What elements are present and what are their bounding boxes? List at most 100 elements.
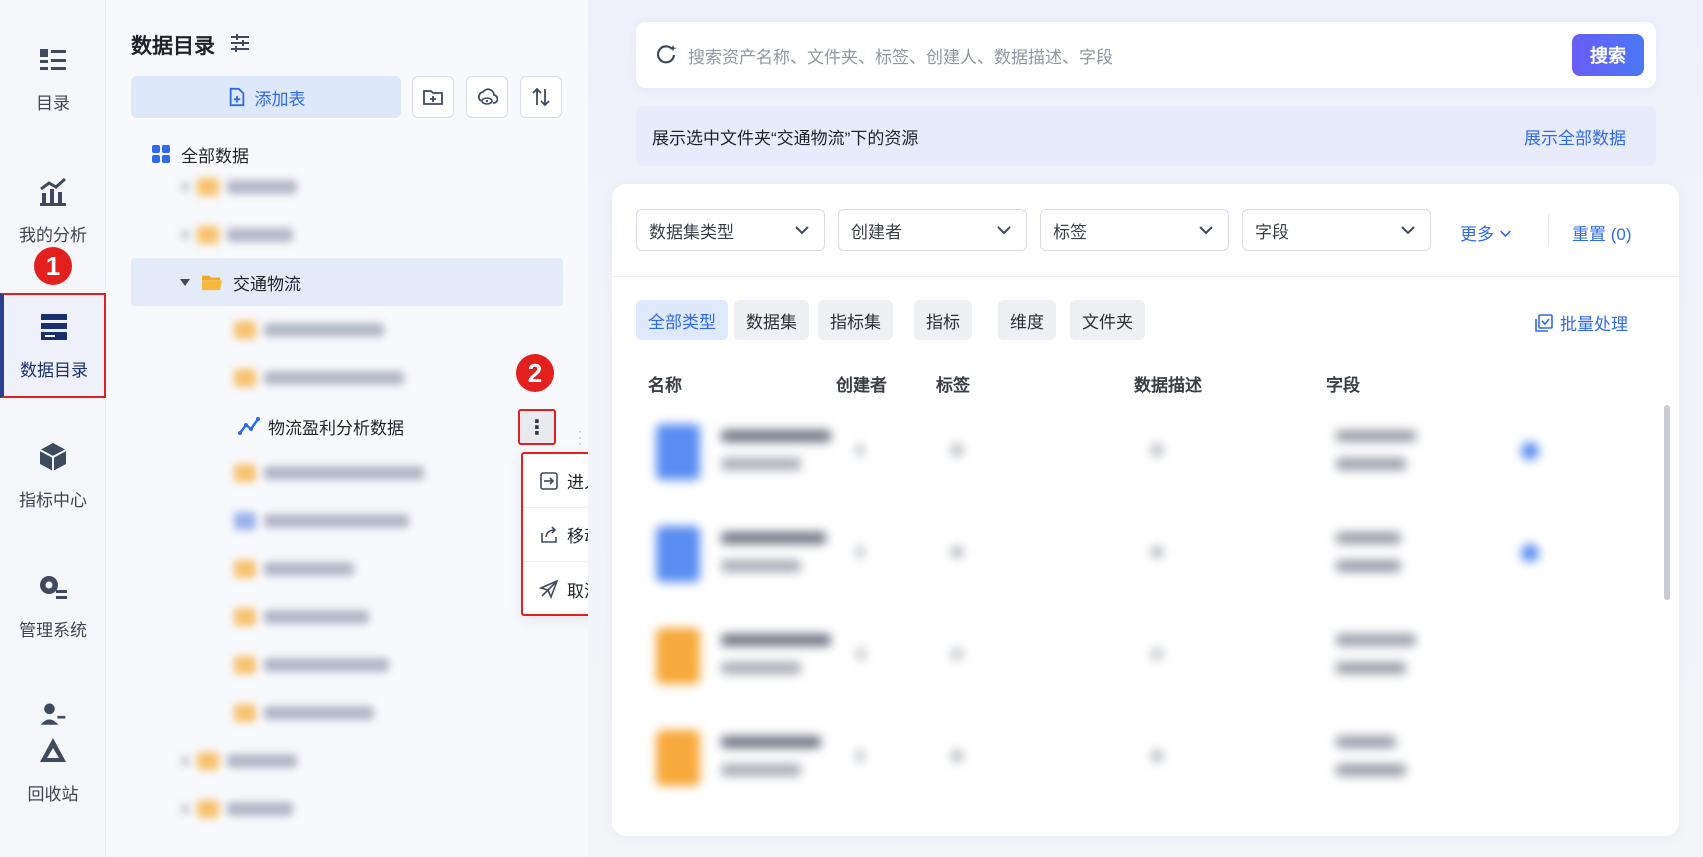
tree-item-blurred[interactable]: [234, 702, 374, 724]
data-catalog-icon: [41, 314, 67, 340]
catalog-panel: 数据目录 添加表 全部数据 交通物流 物流盈利分析数据: [106, 0, 588, 857]
tree-item-blurred[interactable]: [234, 510, 409, 532]
cloud-eye-icon: [478, 88, 498, 105]
table-row[interactable]: [636, 410, 1656, 496]
tree-item-blurred[interactable]: [234, 319, 384, 341]
tree-folder-blurred[interactable]: [181, 798, 293, 820]
nav-item-catalog[interactable]: 目录: [0, 23, 106, 133]
new-folder-button[interactable]: [412, 76, 454, 118]
show-all-link[interactable]: 展示全部数据: [1524, 124, 1626, 149]
view-toggle-button[interactable]: [466, 76, 508, 118]
table-row[interactable]: [636, 614, 1656, 700]
more-actions-button[interactable]: ⋮: [518, 409, 556, 445]
tree-item-blurred[interactable]: [234, 654, 389, 676]
add-table-label: 添加表: [254, 89, 306, 109]
nav-label: 指标中心: [19, 490, 87, 510]
tree-dataset-item[interactable]: 物流盈利分析数据: [131, 406, 563, 446]
tree-folder-selected[interactable]: 交通物流: [131, 258, 563, 306]
search-bar[interactable]: 搜索资产名称、文件夹、标签、创建人、数据描述、字段 搜索: [636, 22, 1656, 88]
info-text: 展示选中文件夹“交通物流”下的资源: [652, 128, 919, 148]
tab-dataset[interactable]: 数据集: [734, 300, 809, 340]
tree-dataset-label: 物流盈利分析数据: [268, 418, 404, 438]
divider: [612, 276, 1679, 277]
tab-all-types[interactable]: 全部类型: [636, 300, 728, 340]
left-nav: 目录 我的分析 数据目录 指标中心 管理系统 回收站: [0, 0, 106, 857]
tree-item-blurred[interactable]: [234, 558, 354, 580]
sort-button[interactable]: [520, 76, 562, 118]
table-row[interactable]: [636, 512, 1656, 598]
panel-title: 数据目录: [131, 35, 215, 58]
main-content: 搜索资产名称、文件夹、标签、创建人、数据描述、字段 搜索 展示选中文件夹“交通物…: [588, 0, 1703, 857]
analysis-chart-icon: [40, 177, 66, 206]
column-header-tag[interactable]: 标签: [936, 371, 970, 396]
filter-dataset-type[interactable]: 数据集类型: [636, 209, 825, 251]
divider: [1548, 214, 1549, 246]
nav-label: 我的分析: [19, 225, 87, 245]
chevron-down-icon: [1499, 230, 1511, 238]
batch-label: 批量处理: [1560, 315, 1628, 334]
dropdown-label: 标签: [1053, 222, 1087, 242]
filter-field[interactable]: 字段: [1242, 209, 1431, 251]
step-badge-2: 2: [516, 354, 554, 392]
folder-info-bar: 展示选中文件夹“交通物流”下的资源 展示全部数据: [636, 106, 1656, 166]
nav-label: 回收站: [27, 785, 79, 804]
resource-card: 数据集类型 创建者 标签 字段 更多 重置 (0) 全部类型 数据集 指标集 指…: [612, 184, 1679, 836]
tab-metric[interactable]: 指标: [914, 300, 972, 340]
tree-folder-blurred[interactable]: [181, 224, 293, 246]
filter-settings-icon[interactable]: [228, 31, 252, 55]
nav-label: 目录: [36, 93, 70, 113]
tree-root-label: 全部数据: [181, 146, 249, 166]
tab-dimension[interactable]: 维度: [998, 300, 1056, 340]
line-chart-icon: [238, 417, 260, 435]
unpublish-icon: [539, 579, 559, 599]
tree-folder-label: 交通物流: [233, 274, 301, 294]
tree-root-all-data[interactable]: 全部数据: [131, 134, 563, 174]
filter-tag[interactable]: 标签: [1040, 209, 1229, 251]
search-button[interactable]: 搜索: [1572, 34, 1644, 76]
batch-process-button[interactable]: 批量处理: [1534, 310, 1628, 335]
column-header-description[interactable]: 数据描述: [1134, 371, 1202, 396]
tab-metric-set[interactable]: 指标集: [818, 300, 893, 340]
search-input[interactable]: 搜索资产名称、文件夹、标签、创建人、数据描述、字段: [688, 43, 1113, 68]
step-badge-1: 1: [34, 247, 72, 285]
column-header-creator[interactable]: 创建者: [836, 371, 887, 396]
table-row[interactable]: [636, 716, 1656, 802]
reset-button[interactable]: 重置 (0): [1572, 220, 1632, 245]
dropdown-label: 数据集类型: [649, 222, 734, 242]
more-filters-button[interactable]: 更多: [1460, 220, 1512, 245]
column-header-field[interactable]: 字段: [1326, 371, 1360, 396]
nav-item-admin[interactable]: 管理系统: [0, 550, 106, 660]
nav-item-recycle[interactable]: 回收站: [0, 690, 106, 815]
nav-item-data-catalog[interactable]: 数据目录: [0, 293, 106, 398]
nav-label: 数据目录: [20, 361, 88, 380]
nav-item-metrics-center[interactable]: 指标中心: [0, 420, 106, 530]
tree-item-blurred[interactable]: [234, 606, 369, 628]
sort-icon: [532, 87, 550, 107]
ai-search-icon: [656, 45, 677, 64]
gear-list-icon: [40, 575, 67, 599]
user-minus-icon: [40, 703, 66, 725]
tree-folder-blurred[interactable]: [181, 750, 297, 772]
scrollbar[interactable]: [1664, 405, 1670, 600]
add-file-icon: [229, 87, 244, 107]
cube-icon: [39, 442, 67, 471]
grid-apps-icon: [152, 145, 170, 163]
tree-folder-blurred[interactable]: [181, 176, 297, 198]
chevron-down-icon: [1199, 226, 1213, 235]
more-filters-label: 更多: [1460, 225, 1494, 244]
enter-icon: [540, 471, 558, 490]
batch-check-icon: [1535, 313, 1553, 332]
add-table-button[interactable]: 添加表: [131, 76, 401, 118]
tree-item-blurred[interactable]: [234, 462, 424, 484]
chevron-down-icon: [795, 226, 809, 235]
nav-label: 管理系统: [19, 620, 87, 640]
tree-item-blurred[interactable]: [234, 367, 404, 389]
resize-handle-icon[interactable]: · · ·: [578, 425, 582, 449]
filter-creator[interactable]: 创建者: [838, 209, 1027, 251]
move-icon: [541, 525, 557, 543]
dropdown-label: 创建者: [851, 222, 902, 242]
tab-folder[interactable]: 文件夹: [1070, 300, 1145, 340]
caret-down-icon: [180, 279, 190, 286]
folder-open-icon: [202, 275, 222, 291]
column-header-name[interactable]: 名称: [648, 371, 682, 396]
